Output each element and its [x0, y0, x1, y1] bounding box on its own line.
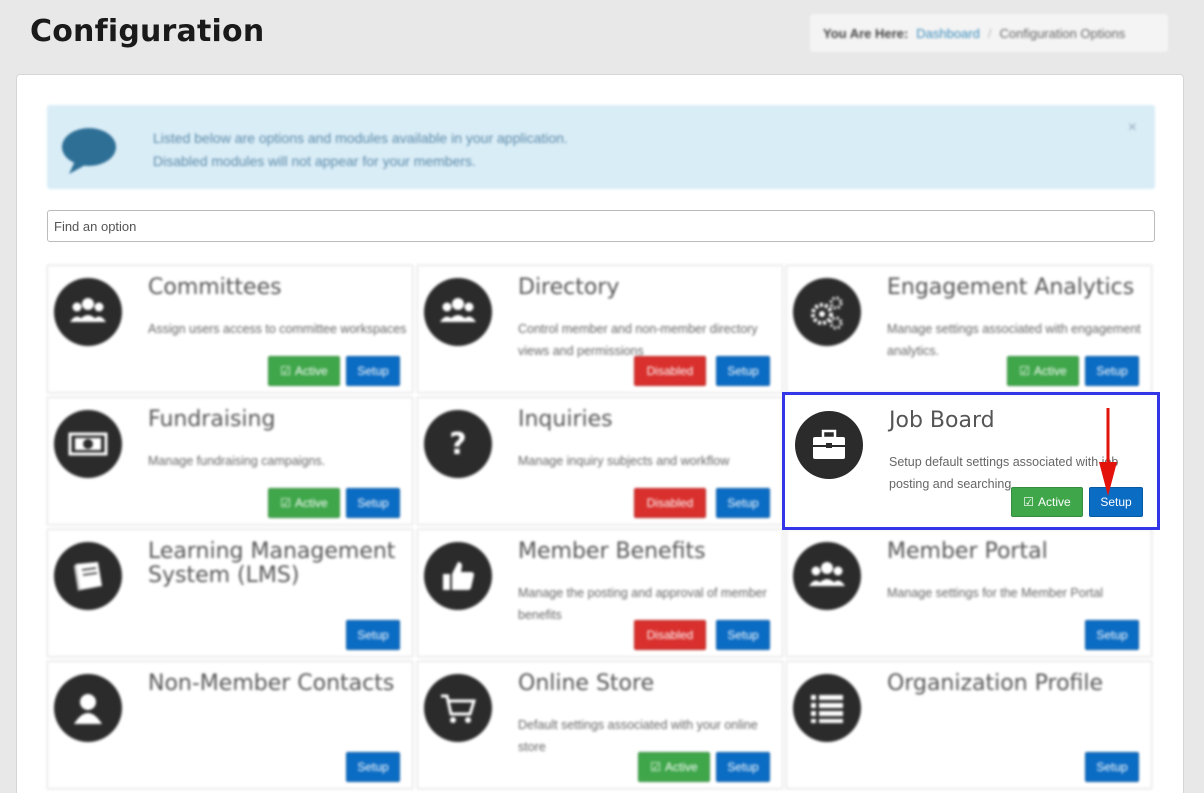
module-card-directory: Directory Control member and non-member d… [417, 265, 783, 393]
setup-button[interactable]: Setup [716, 488, 770, 518]
chat-bubble-icon [62, 128, 116, 174]
alert-message: Listed below are options and modules ava… [153, 127, 568, 173]
list-icon [793, 674, 861, 742]
breadcrumb-dashboard-link[interactable]: Dashboard [916, 26, 980, 41]
users-icon [54, 278, 122, 346]
module-title: Committees [148, 275, 282, 300]
checkbox-icon: ☑ [1023, 495, 1035, 509]
disabled-toggle-button[interactable]: Disabled [634, 356, 706, 386]
module-card-inquiries: ? Inquiries Manage inquiry subjects and wo… [417, 397, 783, 525]
gears-icon [793, 278, 861, 346]
money-icon [54, 410, 122, 478]
setup-button[interactable]: Setup [716, 752, 770, 782]
arrow-pointer-icon [1099, 408, 1117, 496]
module-card-fundraising: Fundraising Manage fundraising campaigns.… [47, 397, 413, 525]
close-icon[interactable]: × [1128, 119, 1137, 137]
module-description: Manage inquiry subjects and workflow [518, 454, 730, 468]
module-title: Member Portal [887, 539, 1048, 564]
user-icon [54, 674, 122, 742]
active-toggle-button[interactable]: ☑ Active [1007, 356, 1079, 386]
setup-button[interactable]: Setup [1085, 752, 1139, 782]
active-toggle-button[interactable]: ☑ Active [268, 356, 340, 386]
alert-line-1: Listed below are options and modules ava… [153, 130, 568, 146]
setup-button[interactable]: Setup [346, 356, 400, 386]
setup-button[interactable]: Setup [716, 356, 770, 386]
setup-button[interactable]: Setup [1085, 356, 1139, 386]
module-card-online-store: Online Store Default settings associated … [417, 661, 783, 789]
module-title: Member Benefits [518, 539, 706, 564]
module-title: Inquiries [518, 407, 613, 432]
setup-button[interactable]: Setup [716, 620, 770, 650]
checkbox-icon: ☑ [1019, 364, 1031, 378]
module-card-non-member-contacts: Non-Member Contacts Setup [47, 661, 413, 789]
module-title: Fundraising [148, 407, 276, 432]
checkbox-icon: ☑ [280, 364, 292, 378]
module-description: Manage settings for the Member Portal [887, 586, 1104, 600]
thumbs-up-icon [424, 542, 492, 610]
module-title: Organization Profile [887, 671, 1104, 696]
module-title: Directory [518, 275, 620, 300]
svg-text:?: ? [449, 427, 466, 462]
disabled-toggle-button[interactable]: Disabled [634, 488, 706, 518]
search-input[interactable] [47, 210, 1155, 242]
module-card-engagement-analytics: Engagement Analytics Manage settings asso… [786, 265, 1152, 393]
checkbox-icon: ☑ [650, 760, 662, 774]
module-card-committees: Committees Assign users access to committ… [47, 265, 413, 393]
breadcrumb-separator: / [987, 25, 992, 41]
module-title: Non-Member Contacts [148, 671, 395, 696]
checkbox-icon: ☑ [280, 496, 292, 510]
active-label: Active [665, 760, 698, 774]
alert-line-2: Disabled modules will not appear for you… [153, 153, 476, 169]
module-card-organization-profile: Organization Profile Setup [786, 661, 1152, 789]
module-description: Manage fundraising campaigns. [148, 454, 326, 468]
active-label: Active [295, 496, 328, 510]
module-card-member-portal: Member Portal Manage settings for the Mem… [786, 529, 1152, 657]
book-icon [54, 542, 122, 610]
breadcrumb-current: Configuration Options [999, 25, 1126, 41]
active-toggle-button[interactable]: ☑ Active [1011, 487, 1083, 517]
users-icon [424, 278, 492, 346]
page-title: Configuration [30, 14, 265, 49]
active-toggle-button[interactable]: ☑ Active [268, 488, 340, 518]
setup-button[interactable]: Setup [346, 752, 400, 782]
users-icon [793, 542, 861, 610]
module-card-learning-management-system-lms: Learning Management System (LMS) Setup [47, 529, 413, 657]
module-title: Engagement Analytics [887, 275, 1135, 300]
breadcrumb: You Are Here: Dashboard / Configuration … [810, 14, 1168, 52]
active-label: Active [295, 364, 328, 378]
setup-button[interactable]: Setup [1085, 620, 1139, 650]
module-title: Online Store [518, 671, 655, 696]
module-card-member-benefits: Member Benefits Manage the posting and ap… [417, 529, 783, 657]
breadcrumb-label: You Are Here: [823, 25, 909, 41]
cart-icon [424, 674, 492, 742]
module-description: Assign users access to committee workspa… [148, 322, 407, 336]
active-toggle-button[interactable]: ☑ Active [638, 752, 710, 782]
module-title: Learning Management System (LMS) [148, 539, 396, 588]
info-alert: Listed below are options and modules ava… [47, 105, 1155, 189]
active-label: Active [1038, 495, 1071, 509]
setup-button[interactable]: Setup [346, 620, 400, 650]
setup-button[interactable]: Setup [346, 488, 400, 518]
question-icon: ? [424, 410, 492, 478]
active-label: Active [1034, 364, 1067, 378]
briefcase-icon [795, 411, 863, 479]
disabled-toggle-button[interactable]: Disabled [634, 620, 706, 650]
